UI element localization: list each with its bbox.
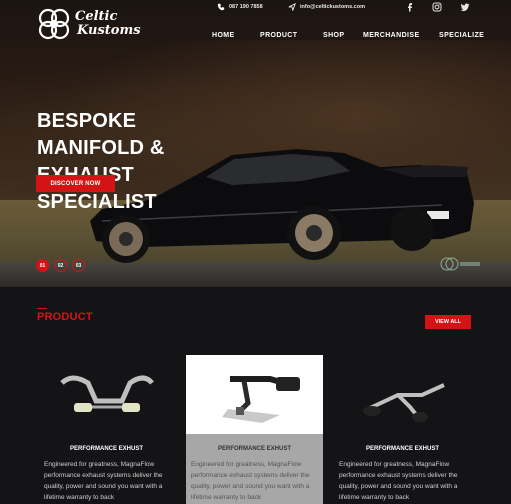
send-icon: [288, 3, 296, 11]
brand-logo[interactable]: Celtic Kustoms: [36, 5, 148, 43]
phone-number: 087 190 7858: [229, 4, 263, 10]
product-image: [38, 355, 175, 434]
product-image: [186, 355, 323, 434]
product-card[interactable]: PERFORMANCE EXHUST Engineered for greatn…: [38, 355, 175, 504]
facebook-icon[interactable]: [405, 2, 415, 12]
product-title: PERFORMANCE EXHUST: [69, 446, 143, 452]
slide-dot-2[interactable]: 02: [54, 259, 67, 272]
brand-line-2: Kustoms: [77, 23, 141, 38]
product-image: [334, 355, 471, 434]
discover-now-button[interactable]: DISCOVER NOW: [36, 175, 115, 192]
product-description: Engineered for greatness, MagnaFlow perf…: [339, 461, 458, 501]
product-card[interactable]: PERFORMANCE EXHUST Engineered for greatn…: [186, 355, 323, 504]
product-title: PERFORMANCE EXHUST: [217, 446, 291, 452]
nav-product[interactable]: PRODUCT: [260, 32, 297, 39]
twitter-icon[interactable]: [460, 2, 470, 12]
brand-line-1: Celtic: [75, 9, 118, 24]
slide-dot-3[interactable]: 03: [72, 259, 85, 272]
nav-home[interactable]: HOME: [212, 32, 235, 39]
celtic-knot-icon: [38, 8, 70, 40]
slide-dot-1[interactable]: 01: [36, 259, 49, 272]
product-description: Engineered for greatness, MagnaFlow perf…: [191, 461, 310, 501]
phone-icon: [217, 3, 225, 11]
exhaust-manifold-icon: [221, 375, 300, 423]
watermark-logo-icon: [440, 257, 480, 271]
product-title: PERFORMANCE EXHUST: [365, 446, 439, 452]
product-card[interactable]: PERFORMANCE EXHUST Engineered for greatn…: [334, 355, 471, 504]
product-description: Engineered for greatness, MagnaFlow perf…: [44, 461, 163, 501]
nav-merchandise[interactable]: MERCHANDISE: [363, 32, 420, 39]
slider-pagination: 01 02 03: [36, 259, 85, 272]
exhaust-system-icon: [362, 382, 445, 422]
contact-phone[interactable]: 087 190 7858: [217, 3, 263, 11]
instagram-icon[interactable]: [432, 2, 442, 12]
product-section-heading: PRODUCT: [37, 311, 93, 323]
nav-shop[interactable]: SHOP: [323, 32, 344, 39]
exhaust-pipe-icon: [59, 375, 154, 412]
section-heading-accent: [37, 308, 47, 309]
email-address: info@celtickustoms.com: [300, 4, 365, 10]
view-all-button[interactable]: VIEW ALL: [425, 315, 471, 329]
nav-specialize[interactable]: SPECIALIZE: [439, 32, 484, 39]
hero-title: BESPOKE MANIFOLD & EXHAUST SPECIALIST: [37, 110, 165, 213]
contact-email[interactable]: info@celtickustoms.com: [288, 3, 365, 11]
brand-wordmark: Celtic Kustoms: [75, 10, 141, 38]
hero-banner: Celtic Kustoms 087 190 7858 info@celtick…: [0, 0, 511, 287]
